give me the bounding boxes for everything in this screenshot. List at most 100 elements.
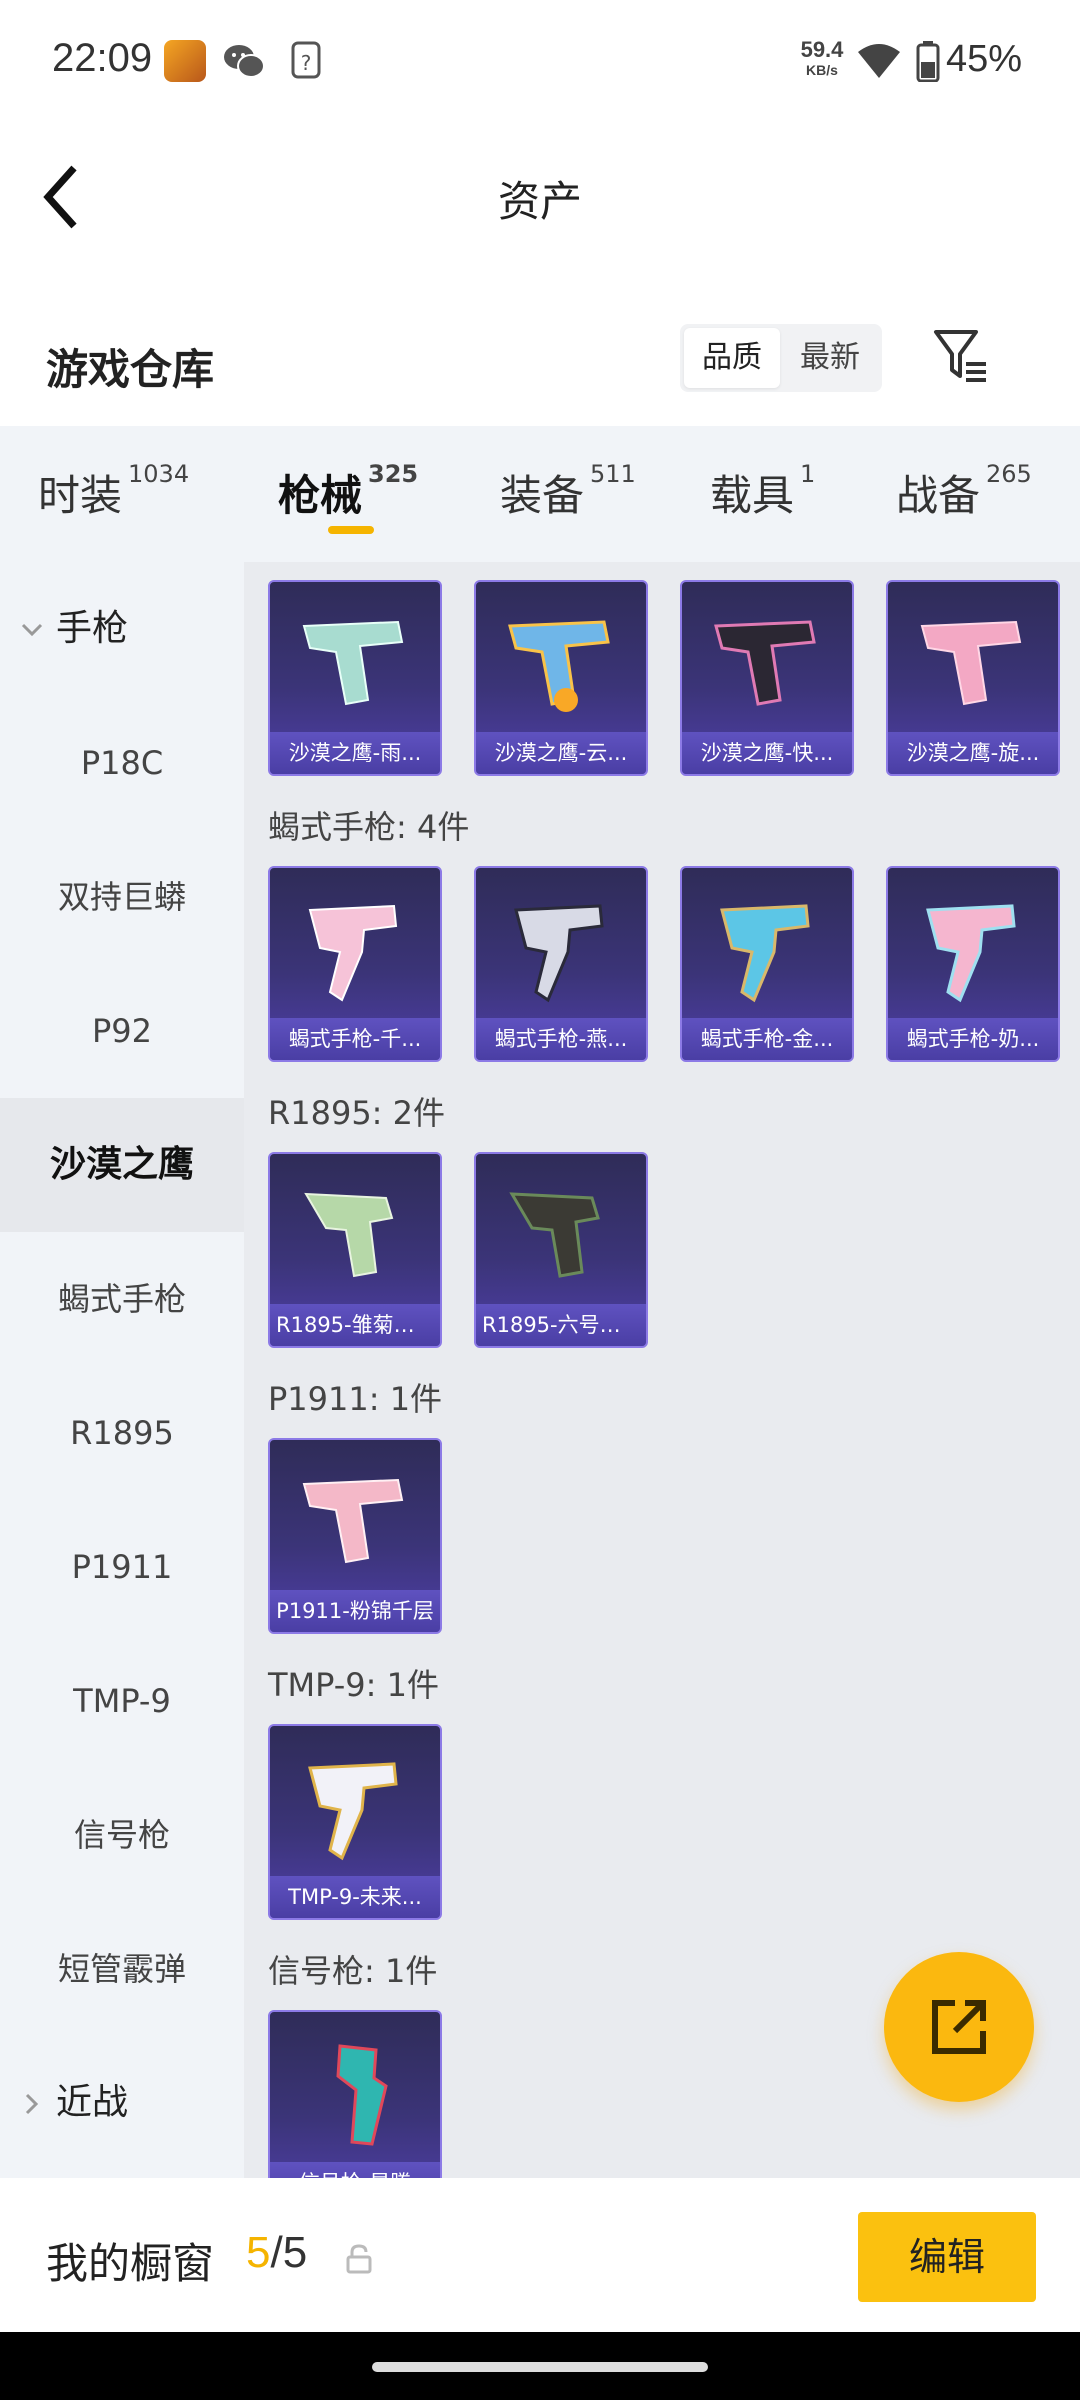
- sidebar-item-label: 沙漠之鹰: [49, 1144, 194, 1185]
- sidebar-item-label: TMP-9: [73, 1682, 171, 1720]
- active-tab-indicator: [328, 526, 374, 534]
- svg-text:?: ?: [301, 51, 312, 75]
- skin-card[interactable]: P1911-粉锦千层: [268, 1438, 442, 1634]
- system-nav-bar: [0, 2332, 1080, 2400]
- sidebar-item-label: 手枪: [56, 608, 129, 649]
- pistol-image-icon: [714, 620, 816, 706]
- sidebar-item-p1911[interactable]: P1911: [0, 1500, 244, 1634]
- skin-name: 蝎式手枪-金...: [682, 1018, 852, 1060]
- skin-name: 蝎式手枪-燕...: [476, 1018, 646, 1060]
- skin-card[interactable]: 沙漠之鹰-快...: [680, 580, 854, 776]
- tab-equipment[interactable]: 装备 511: [500, 460, 636, 523]
- tab-count: 1034: [128, 460, 190, 488]
- sim-card-icon: ?: [291, 41, 321, 79]
- game-app-icon: [164, 40, 206, 82]
- sidebar-item-label: 短管霰弹: [57, 1950, 186, 1988]
- tab-count: 1: [800, 460, 816, 488]
- revolver-image-icon: [509, 1192, 600, 1278]
- sidebar-item-label: P18C: [80, 744, 164, 782]
- weapon-skin-grid: 沙漠之鹰-雨... 沙漠之鹰-云... 沙漠之鹰-快... 沙漠之鹰-旋... …: [244, 562, 1080, 2178]
- tab-count: 511: [590, 460, 636, 488]
- skin-card[interactable]: 沙漠之鹰-雨...: [268, 580, 442, 776]
- group-label-scorpion: 蝎式手枪: 4件: [268, 808, 470, 846]
- showcase-total: /5: [270, 2228, 308, 2277]
- skin-card[interactable]: R1895-六号树...: [474, 1152, 648, 1348]
- skin-card[interactable]: 蝎式手枪-燕...: [474, 866, 648, 1062]
- sidebar-item-dual-python[interactable]: 双持巨蟒: [0, 830, 244, 964]
- sidebar-item-label: 近战: [56, 2082, 129, 2123]
- smg-image-icon: [308, 904, 398, 1002]
- share-button[interactable]: [884, 1952, 1034, 2102]
- sidebar-item-sawed-off[interactable]: 短管霰弹: [0, 1902, 244, 2036]
- sidebar-item-r1895[interactable]: R1895: [0, 1366, 244, 1500]
- sidebar-item-flare-gun[interactable]: 信号枪: [0, 1768, 244, 1902]
- skin-card[interactable]: 沙漠之鹰-旋...: [886, 580, 1060, 776]
- skin-card[interactable]: R1895-雏菊兔...: [268, 1152, 442, 1348]
- sidebar-item-scorpion[interactable]: 蝎式手枪: [0, 1232, 244, 1366]
- skin-name: P1911-粉锦千层: [270, 1590, 440, 1632]
- flare-gun-image-icon: [336, 2044, 388, 2146]
- tab-label: 枪械: [278, 471, 363, 520]
- page-title: 资产: [497, 177, 582, 226]
- status-time: 22:09: [52, 36, 153, 80]
- skin-card[interactable]: 沙漠之鹰-云...: [474, 580, 648, 776]
- pistol-image-icon: [302, 620, 404, 706]
- sidebar-item-label: 双持巨蟒: [57, 878, 186, 916]
- network-speed-value: 59.4: [800, 37, 844, 62]
- skin-card[interactable]: TMP-9-未来...: [268, 1724, 442, 1920]
- sidebar-item-label: 信号枪: [73, 1816, 170, 1854]
- tab-supplies[interactable]: 战备 265: [896, 460, 1032, 523]
- home-gesture-handle[interactable]: [372, 2362, 708, 2372]
- sidebar-item-desert-eagle[interactable]: 沙漠之鹰: [0, 1098, 244, 1232]
- tab-vehicles[interactable]: 载具 1: [710, 460, 816, 523]
- skin-name: TMP-9-未来...: [270, 1876, 440, 1918]
- wechat-icon: [224, 45, 265, 78]
- sort-toggle: 品质 最新: [680, 324, 882, 392]
- sidebar-item-p92[interactable]: P92: [0, 964, 244, 1098]
- tab-count: 325: [368, 460, 419, 488]
- skin-card[interactable]: 蝎式手枪-金...: [680, 866, 854, 1062]
- skin-name: 蝎式手枪-奶...: [888, 1018, 1058, 1060]
- lock-icon[interactable]: [346, 2244, 372, 2274]
- smg-image-icon: [514, 904, 604, 1003]
- sidebar-item-label: P1911: [71, 1548, 173, 1586]
- skin-name: 蝎式手枪-千...: [270, 1018, 440, 1060]
- group-label-flare: 信号枪: 1件: [268, 1952, 438, 1990]
- tab-firearms[interactable]: 枪械 325: [278, 460, 419, 523]
- network-speed-unit: KB/s: [806, 62, 838, 78]
- tab-label: 装备: [500, 471, 585, 520]
- skin-card[interactable]: 蝎式手枪-奶...: [886, 866, 1060, 1062]
- pistol-image-icon: [302, 1478, 404, 1564]
- sidebar-item-p18c[interactable]: P18C: [0, 696, 244, 830]
- tab-label: 战备: [896, 471, 981, 520]
- tab-fashion[interactable]: 时装 1034: [38, 460, 190, 523]
- pistol-image-icon: [920, 620, 1022, 706]
- skin-name: 沙漠之鹰-旋...: [888, 732, 1058, 774]
- sidebar-item-label: P92: [91, 1012, 152, 1050]
- status-bar: 22:09 ? 59.4 KB/s 45%: [0, 0, 1080, 120]
- sidebar-group-pistols[interactable]: 手枪: [0, 562, 244, 696]
- wifi-icon: [858, 44, 900, 78]
- battery-icon: [916, 41, 940, 82]
- skin-name: 信号枪-星腾: [270, 2162, 440, 2178]
- skin-card[interactable]: 信号枪-星腾: [268, 2010, 442, 2178]
- sort-by-quality[interactable]: 品质: [684, 328, 780, 388]
- showcase-count: 5/5: [246, 2228, 307, 2278]
- page-header: 资产: [0, 120, 1080, 270]
- skin-card[interactable]: 蝎式手枪-千...: [268, 866, 442, 1062]
- showcase-bar: 我的橱窗 5/5 编辑: [0, 2178, 1080, 2332]
- filter-icon[interactable]: [932, 326, 992, 386]
- edit-button[interactable]: 编辑: [858, 2212, 1036, 2302]
- sort-by-newest[interactable]: 最新: [782, 328, 878, 388]
- group-label-p1911: P1911: 1件: [268, 1380, 443, 1418]
- chevron-right-icon: [25, 2093, 39, 2115]
- category-tabs: 时装 1034 枪械 325 装备 511 载具 1 战备 265: [0, 426, 1080, 562]
- skin-name: 沙漠之鹰-快...: [682, 732, 852, 774]
- revolver-image-icon: [304, 1192, 394, 1278]
- sidebar-group-melee[interactable]: 近战: [0, 2036, 244, 2170]
- smg-image-icon: [308, 1762, 398, 1861]
- group-label-r1895: R1895: 2件: [268, 1094, 445, 1132]
- smg-image-icon: [720, 904, 810, 1003]
- showcase-title: 我的橱窗: [46, 2239, 215, 2288]
- sidebar-item-tmp9[interactable]: TMP-9: [0, 1634, 244, 1768]
